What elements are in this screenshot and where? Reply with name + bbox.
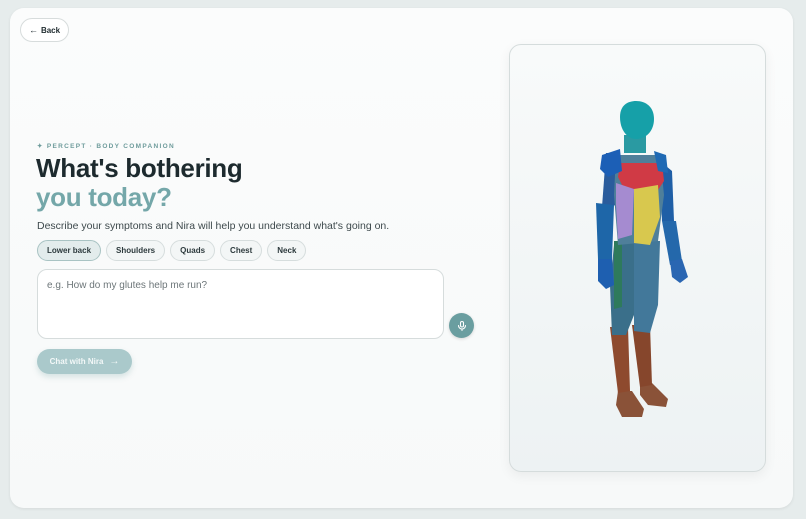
- chip-lower-back[interactable]: Lower back: [37, 240, 102, 261]
- app-window: ← Back ✦ PERCEPT · BODY COMPANION What's…: [10, 8, 793, 508]
- symptom-input[interactable]: [38, 270, 443, 338]
- abdomen-side: [616, 183, 634, 239]
- right-shin: [632, 325, 652, 387]
- page-subtitle: Describe your symptoms and Nira will hel…: [37, 220, 390, 232]
- hip-strip: [614, 241, 622, 309]
- chip-quads[interactable]: Quads: [170, 240, 216, 261]
- chat-button-label: Chat with Nira: [49, 357, 104, 366]
- chat-with-nira-button[interactable]: Chat with Nira →: [37, 349, 132, 374]
- back-label: Back: [40, 25, 61, 35]
- microphone-icon: [457, 320, 466, 331]
- left-forearm: [596, 203, 614, 259]
- right-forearm: [662, 221, 682, 265]
- body-model-panel[interactable]: [509, 44, 766, 472]
- back-button[interactable]: ← Back: [20, 18, 69, 42]
- page-title: What's bothering you today?: [36, 153, 243, 212]
- page-title-line1: What's bothering: [36, 153, 243, 183]
- mic-button[interactable]: [449, 313, 474, 338]
- arrow-right-icon: →: [109, 356, 120, 367]
- head: [620, 101, 654, 139]
- chip-chest[interactable]: Chest: [220, 240, 263, 261]
- right-foot: [640, 383, 668, 407]
- chip-shoulders[interactable]: Shoulders: [106, 240, 166, 261]
- symptom-input-box: [37, 269, 444, 339]
- suggestion-chips: Lower back Shoulders Quads Chest Neck: [37, 240, 307, 261]
- eyebrow-label: ✦ PERCEPT · BODY COMPANION: [37, 143, 175, 150]
- left-foot: [616, 391, 644, 417]
- body-model-figure[interactable]: [510, 45, 766, 472]
- arrow-left-icon: ←: [28, 24, 38, 35]
- page-title-line2: you today?: [36, 182, 172, 212]
- left-shin: [610, 327, 630, 393]
- body-figure: [596, 101, 688, 417]
- right-thigh: [634, 241, 660, 333]
- chip-neck[interactable]: Neck: [267, 240, 307, 261]
- left-hand: [598, 259, 614, 289]
- right-hand: [670, 259, 688, 283]
